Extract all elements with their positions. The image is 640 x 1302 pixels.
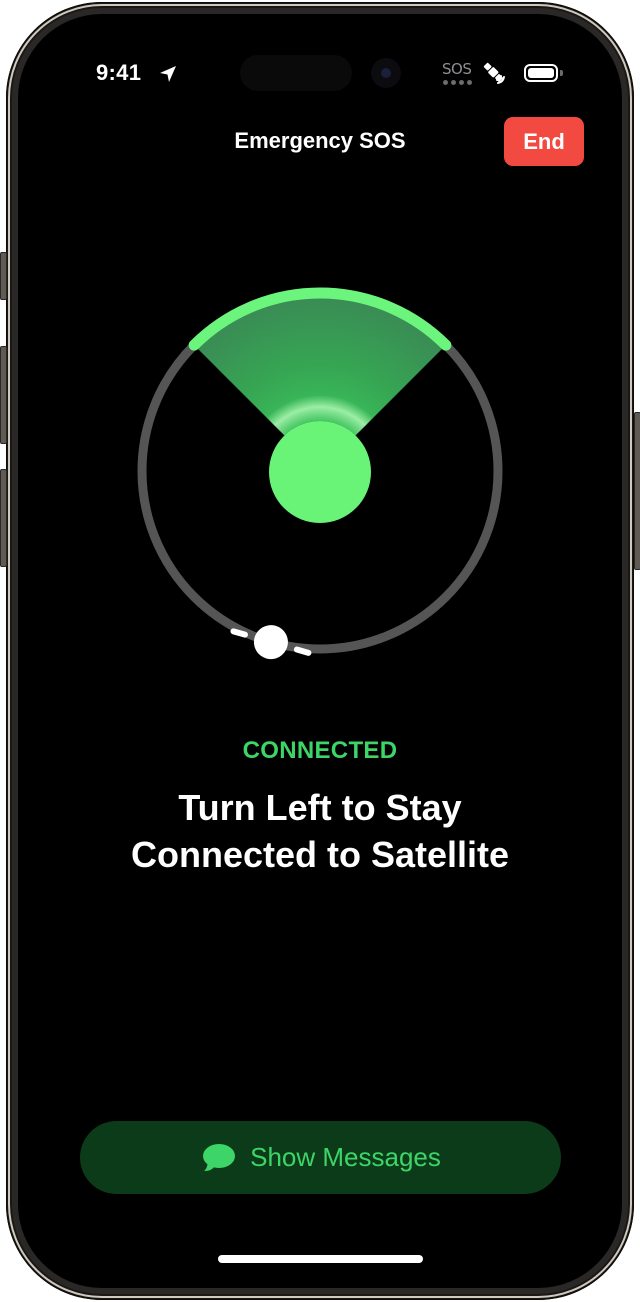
home-indicator[interactable]	[218, 1255, 423, 1263]
show-messages-label: Show Messages	[250, 1142, 441, 1172]
action-button	[0, 252, 7, 300]
satellite-icon	[483, 62, 505, 84]
battery-icon	[524, 64, 558, 82]
connection-status: CONNECTED	[242, 737, 398, 764]
dynamic-island	[240, 55, 352, 91]
volume-down-button	[0, 469, 7, 567]
sos-carrier-text: SOS	[442, 60, 472, 78]
show-messages-button[interactable]: Show Messages	[80, 1121, 561, 1194]
location-arrow-icon	[160, 66, 176, 82]
volume-up-button	[0, 346, 7, 444]
status-time: 9:41	[96, 60, 142, 85]
battery-tip	[560, 70, 563, 76]
power-button	[634, 412, 640, 570]
user-position-dot	[269, 421, 371, 523]
signal-dots	[443, 80, 473, 85]
end-button[interactable]: End	[504, 117, 584, 166]
instruction-line-1: Turn Left to Stay	[178, 787, 462, 828]
message-bubble-icon	[203, 1143, 236, 1171]
instruction-text: Turn Left to Stay Connected to Satellite	[0, 784, 640, 878]
front-camera	[371, 58, 401, 88]
instruction-line-2: Connected to Satellite	[130, 834, 510, 875]
